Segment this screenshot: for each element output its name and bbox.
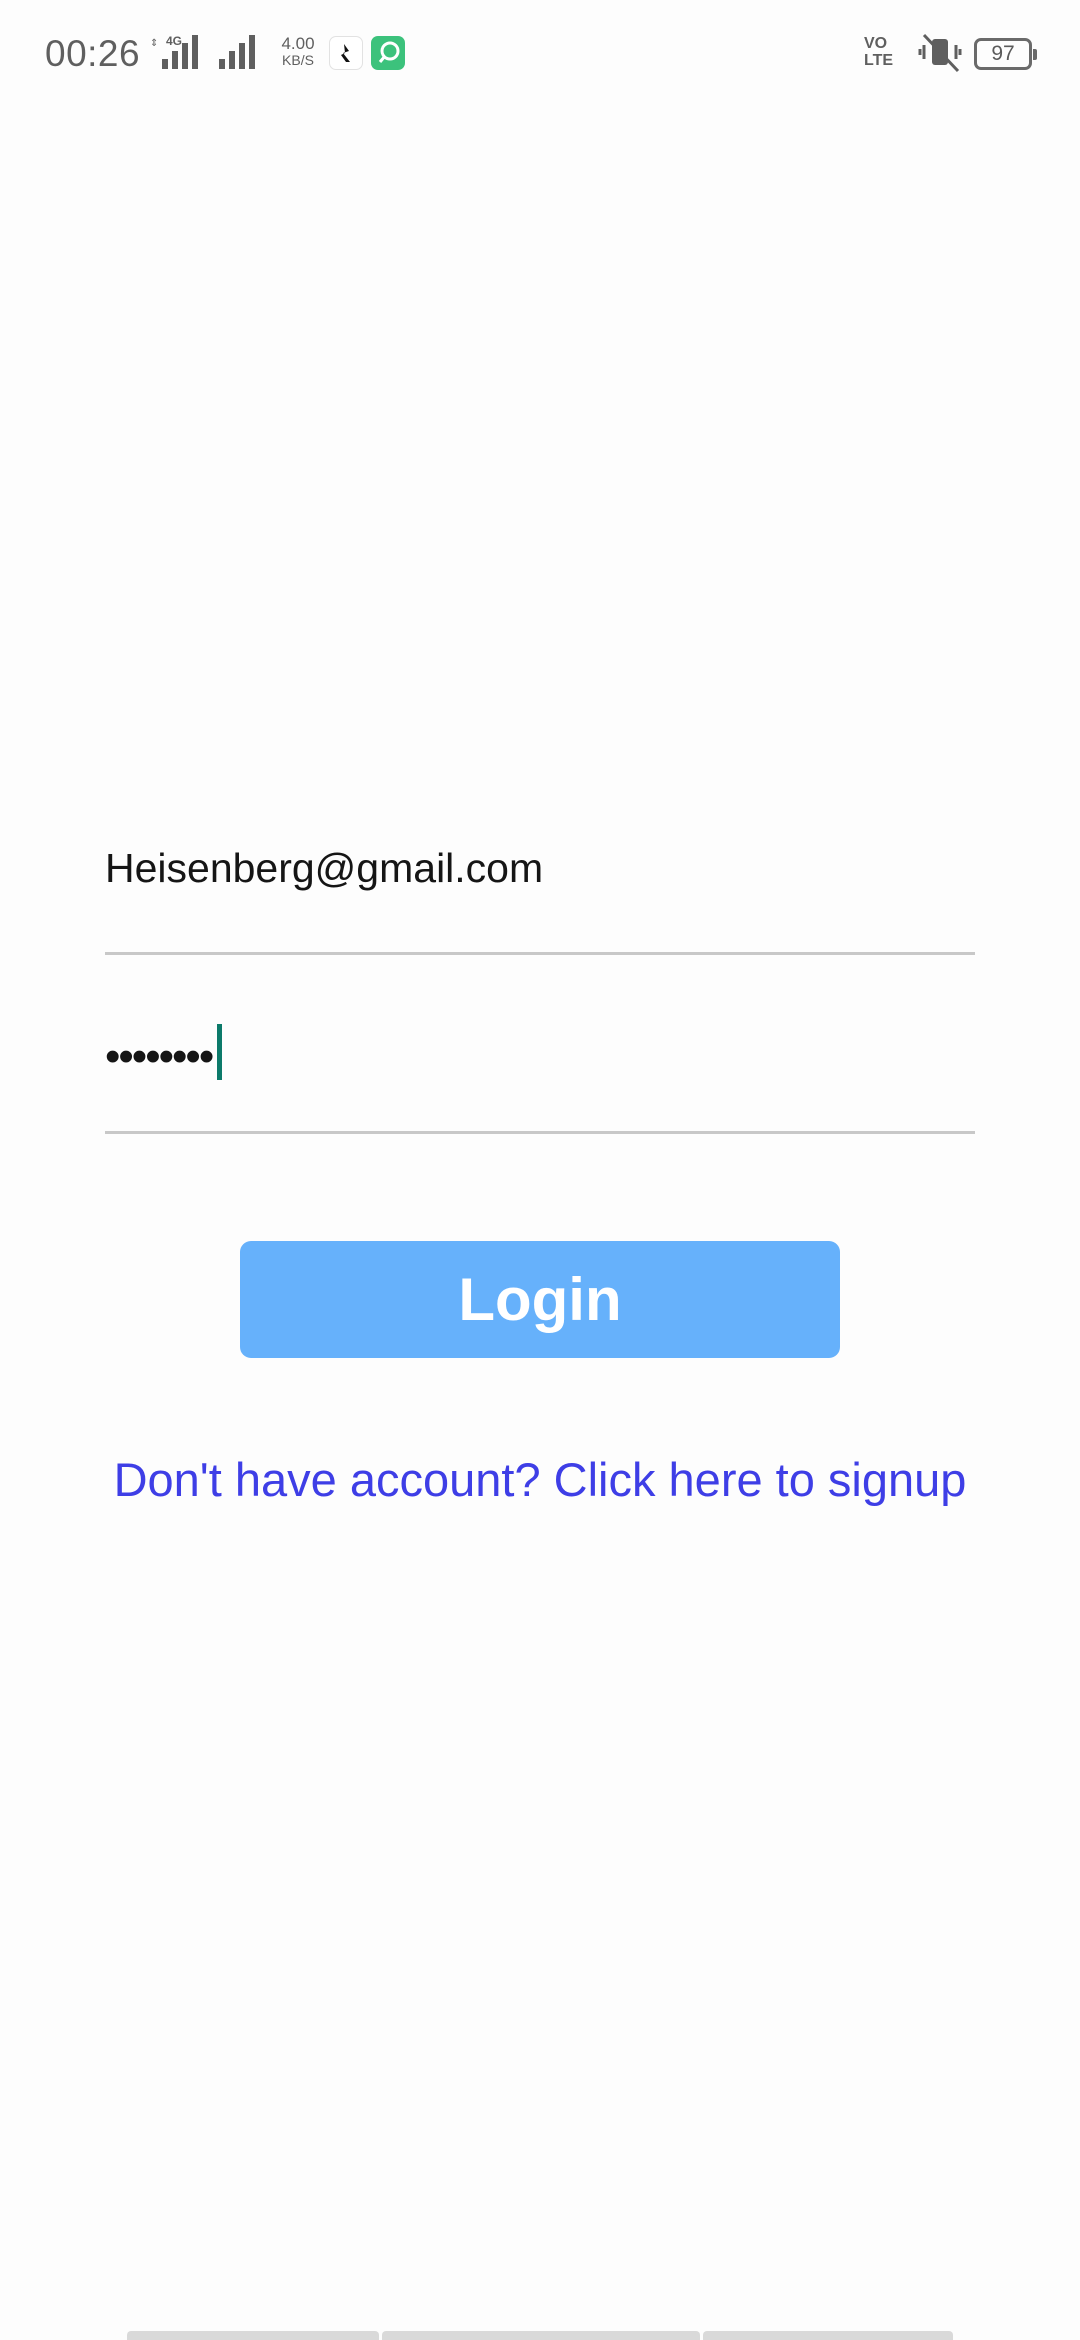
app-notification-icon	[329, 36, 363, 70]
volte-bottom-label: LTE	[864, 52, 894, 69]
battery-icon: 97	[974, 38, 1037, 70]
email-value: Heisenberg@gmail.com	[105, 845, 544, 891]
network-speed-unit: KB/S	[282, 52, 314, 68]
password-value: ••••••••	[105, 1032, 214, 1081]
battery-level: 97	[991, 42, 1015, 65]
network-speed: 4.00 KB/S	[273, 34, 323, 68]
status-time: 00:26	[45, 33, 141, 74]
password-field[interactable]: ••••••••	[105, 1024, 975, 1134]
nav-bar-segment	[127, 2331, 379, 2340]
login-screen: 00:26 4G ⇕ 4.00 KB/S VO LTE 97 Heisenber…	[0, 0, 1080, 2340]
volte-icon: VO LTE	[864, 35, 893, 69]
email-field[interactable]: Heisenberg@gmail.com	[105, 845, 975, 955]
signal-icon	[219, 35, 255, 69]
text-cursor	[217, 1024, 222, 1080]
app-notification-icon	[371, 36, 405, 70]
mute-icon	[918, 33, 962, 73]
signup-link[interactable]: Don't have account? Click here to signup	[0, 1452, 1080, 1507]
login-button[interactable]: Login	[240, 1241, 840, 1358]
status-bar: 00:26 4G ⇕ 4.00 KB/S VO LTE 97	[0, 0, 1080, 110]
nav-bar-segment	[382, 2331, 700, 2340]
volte-top-label: VO	[864, 35, 888, 52]
nav-bar-segment	[703, 2331, 953, 2340]
network-type-label: 4G	[166, 34, 183, 48]
network-speed-value: 4.00	[281, 34, 315, 53]
data-arrows-icon: ⇕	[150, 38, 159, 49]
